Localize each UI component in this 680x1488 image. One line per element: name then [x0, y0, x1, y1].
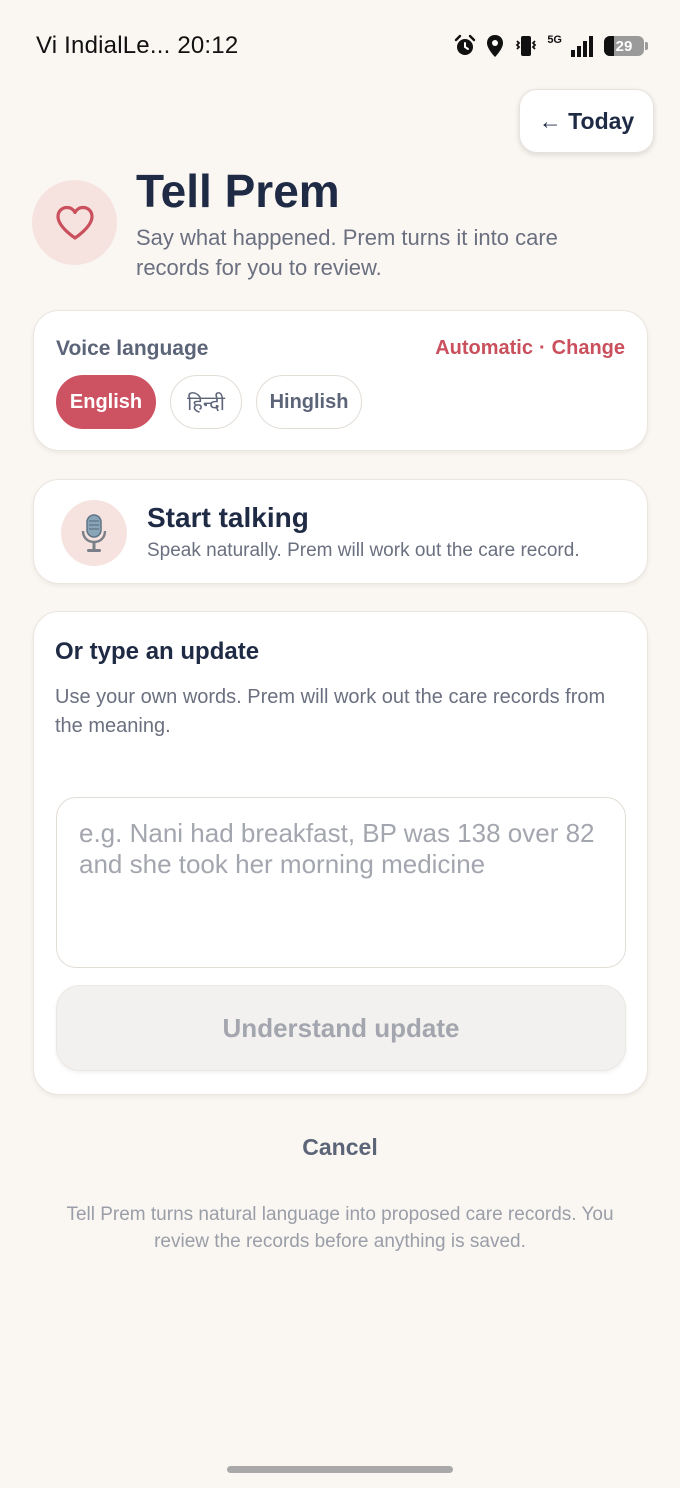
automatic-label: Automatic [435, 337, 533, 359]
type-update-title: Or type an update [55, 638, 260, 665]
voice-language-mode: Automatic · Change [435, 337, 625, 360]
language-chip-hindi[interactable]: हिन्दी [170, 375, 242, 429]
battery-level: 29 [615, 37, 633, 55]
start-talking-subtitle: Speak naturally. Prem will work out the … [147, 540, 580, 561]
cancel-button[interactable]: Cancel [0, 1134, 680, 1161]
location-icon [485, 34, 505, 58]
language-chip-english[interactable]: English [56, 375, 156, 429]
type-update-card: Or type an update Use your own words. Pr… [33, 611, 648, 1095]
network-type: 5G [547, 33, 562, 46]
footnote: Tell Prem turns natural language into pr… [66, 1204, 614, 1252]
status-icons: 5G 29 [453, 30, 648, 62]
home-indicator[interactable] [227, 1466, 453, 1473]
type-update-description: Use your own words. Prem will work out t… [55, 686, 606, 737]
microphone-icon [61, 500, 127, 566]
voice-language-card: Voice language Automatic · Change English … [33, 310, 648, 451]
separator: · [538, 337, 546, 359]
alarm-icon [453, 34, 477, 58]
language-chip-hinglish[interactable]: Hinglish [256, 375, 362, 429]
page-subtitle: Say what happened. Prem turns it into ca… [136, 225, 558, 280]
start-talking-title: Start talking [147, 502, 309, 533]
heart-icon [32, 180, 117, 265]
signal-icon [570, 35, 596, 57]
language-options: English हिन्दी Hinglish [56, 375, 362, 429]
change-language-link[interactable]: Change [552, 337, 625, 359]
page-title: Tell Prem [136, 165, 340, 217]
understand-update-button[interactable]: Understand update [56, 985, 626, 1071]
vibrate-icon [513, 34, 539, 58]
carrier-time: Vi IndialLe... 20:12 [36, 32, 239, 59]
start-talking-button[interactable]: Start talking Speak naturally. Prem will… [33, 479, 648, 584]
tell-prem-screen: Vi IndialLe... 20:12 5G 29 ← Today Tell … [0, 0, 680, 1488]
back-to-today-button[interactable]: ← Today [519, 89, 654, 153]
update-text-input[interactable] [56, 797, 626, 968]
status-bar: Vi IndialLe... 20:12 5G 29 [0, 0, 680, 92]
battery-icon: 29 [604, 36, 648, 56]
voice-language-label: Voice language [56, 337, 209, 360]
